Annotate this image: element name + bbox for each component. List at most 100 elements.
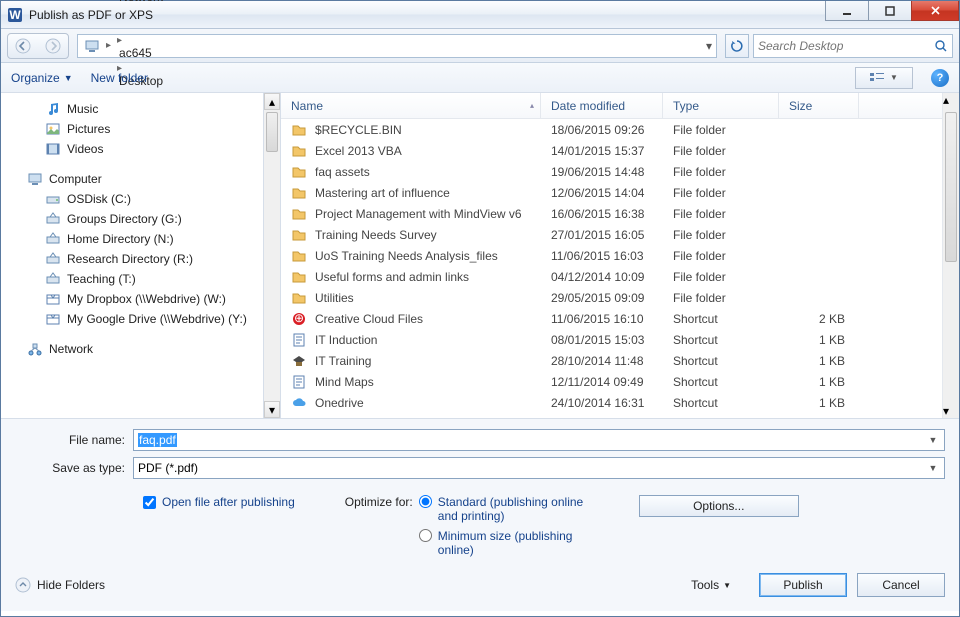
forward-button[interactable] [38, 33, 68, 59]
net-icon [45, 271, 61, 287]
net-icon [45, 231, 61, 247]
chevron-right-icon[interactable]: ▸ [104, 40, 113, 51]
file-row[interactable]: IT Training28/10/2014 11:48Shortcut1 KB [281, 350, 959, 371]
nav-item[interactable]: Teaching (T:) [1, 269, 280, 289]
save-form: File name: faq.pdf ▼ Save as type: PDF (… [1, 419, 959, 563]
pictures-icon [45, 121, 61, 137]
navpane-scrollbar[interactable]: ▴ ▾ [263, 93, 280, 418]
drive-icon [45, 191, 61, 207]
cloud-icon [291, 395, 307, 411]
file-row[interactable]: Project Management with MindView v616/06… [281, 203, 959, 224]
saveas-field[interactable]: PDF (*.pdf) ▼ [133, 457, 945, 479]
folder-icon [291, 248, 307, 264]
back-button[interactable] [8, 33, 38, 59]
file-row[interactable]: faq assets19/06/2015 14:48File folder [281, 161, 959, 182]
scroll-thumb[interactable] [945, 112, 957, 262]
computer-icon [82, 36, 102, 56]
col-date[interactable]: Date modified [541, 93, 663, 118]
nav-item[interactable]: Research Directory (R:) [1, 249, 280, 269]
col-size[interactable]: Size [779, 93, 859, 118]
nav-item[interactable]: Videos [1, 139, 280, 159]
music-icon [45, 101, 61, 117]
folder-icon [291, 290, 307, 306]
filename-field[interactable]: faq.pdf ▼ [133, 429, 945, 451]
help-button[interactable]: ? [931, 69, 949, 87]
svg-text:W: W [9, 8, 21, 22]
file-row[interactable]: Mind Maps12/11/2014 09:49Shortcut1 KB [281, 371, 959, 392]
scroll-up-icon[interactable]: ▴ [943, 93, 959, 107]
tools-button[interactable]: Tools ▼ [691, 578, 731, 592]
note-icon [291, 332, 307, 348]
scroll-down-icon[interactable]: ▾ [264, 401, 280, 418]
file-row[interactable]: $RECYCLE.BIN18/06/2015 09:26File folder [281, 119, 959, 140]
options-button[interactable]: Options... [639, 495, 799, 517]
saveas-value: PDF (*.pdf) [138, 461, 198, 475]
folder-icon [291, 269, 307, 285]
word-icon: W [7, 7, 23, 23]
file-row[interactable]: Useful forms and admin links04/12/2014 1… [281, 266, 959, 287]
col-name[interactable]: Name▴ [281, 93, 541, 118]
file-row[interactable]: UoS Training Needs Analysis_files11/06/2… [281, 245, 959, 266]
file-row[interactable]: Onedrive24/10/2014 16:31Shortcut1 KB [281, 392, 959, 413]
breadcrumb[interactable]: ▸ Network▸smbhome.uscs.susx.ac.uk▸ac645▸… [77, 34, 717, 58]
chevron-up-icon [15, 577, 31, 593]
nav-item[interactable]: Groups Directory (G:) [1, 209, 280, 229]
nav-network[interactable]: Network [1, 339, 280, 359]
organize-button[interactable]: Organize ▼ [11, 71, 73, 85]
file-row[interactable]: Training Needs Survey27/01/2015 16:05Fil… [281, 224, 959, 245]
title-bar: W Publish as PDF or XPS [1, 1, 959, 29]
scroll-down-icon[interactable]: ▾ [943, 404, 959, 418]
folder-icon [291, 227, 307, 243]
file-list-pane: Name▴ Date modified Type Size $RECYCLE.B… [281, 93, 959, 418]
search-field[interactable] [758, 39, 934, 53]
chevron-down-icon: ▼ [723, 581, 731, 590]
nav-history-buttons [7, 33, 69, 59]
cancel-button[interactable]: Cancel [857, 573, 945, 597]
optimize-minimum-radio[interactable]: Minimum size (publishing online) [419, 529, 589, 557]
minimize-button[interactable] [825, 1, 869, 21]
sort-asc-icon: ▴ [530, 101, 534, 110]
nav-computer[interactable]: Computer [1, 169, 280, 189]
svg-text:⊕: ⊕ [294, 311, 304, 325]
publish-button[interactable]: Publish [759, 573, 847, 597]
breadcrumb-dropdown-icon[interactable]: ▾ [702, 39, 716, 53]
chevron-down-icon: ▼ [64, 73, 73, 83]
nav-item[interactable]: My Dropbox (\\Webdrive) (W:) [1, 289, 280, 309]
filename-dropdown-icon[interactable]: ▼ [924, 432, 942, 448]
scroll-thumb[interactable] [266, 112, 278, 152]
file-row[interactable]: ⊕Creative Cloud Files11/06/2015 16:10Sho… [281, 308, 959, 329]
chevron-right-icon[interactable]: ▸ [115, 35, 124, 46]
filename-value[interactable]: faq.pdf [138, 433, 177, 447]
nav-item[interactable]: My Google Drive (\\Webdrive) (Y:) [1, 309, 280, 329]
nav-item[interactable]: OSDisk (C:) [1, 189, 280, 209]
filelist-scrollbar[interactable]: ▴ ▾ [942, 93, 959, 418]
net-icon [45, 211, 61, 227]
saveas-label: Save as type: [15, 461, 133, 475]
file-row[interactable]: Mastering art of influence12/06/2015 14:… [281, 182, 959, 203]
optimize-label: Optimize for: [345, 495, 413, 557]
chevron-down-icon: ▼ [890, 73, 898, 82]
search-input[interactable] [753, 34, 953, 58]
videos-icon [45, 141, 61, 157]
col-type[interactable]: Type [663, 93, 779, 118]
scroll-up-icon[interactable]: ▴ [264, 93, 280, 110]
nav-item[interactable]: Pictures [1, 119, 280, 139]
window-title: Publish as PDF or XPS [29, 8, 153, 22]
new-folder-button[interactable]: New folder [91, 71, 148, 85]
file-row[interactable]: Utilities29/05/2015 09:09File folder [281, 287, 959, 308]
folder-icon [291, 164, 307, 180]
close-button[interactable] [911, 1, 959, 21]
maximize-button[interactable] [868, 1, 912, 21]
breadcrumb-segment[interactable]: ac645 [115, 46, 264, 60]
file-row[interactable]: Excel 2013 VBA14/01/2015 15:37File folde… [281, 140, 959, 161]
optimize-standard-radio[interactable]: Standard (publishing online and printing… [419, 495, 589, 523]
view-mode-button[interactable]: ▼ [855, 67, 913, 89]
hide-folders-button[interactable]: Hide Folders [15, 577, 105, 593]
file-row[interactable]: IT Induction08/01/2015 15:03Shortcut1 KB [281, 329, 959, 350]
refresh-button[interactable] [725, 34, 749, 58]
nav-item[interactable]: Home Directory (N:) [1, 229, 280, 249]
folder-icon [291, 185, 307, 201]
nav-item[interactable]: Music [1, 99, 280, 119]
saveas-dropdown-icon[interactable]: ▼ [924, 460, 942, 476]
open-after-checkbox[interactable]: Open file after publishing [143, 495, 295, 509]
